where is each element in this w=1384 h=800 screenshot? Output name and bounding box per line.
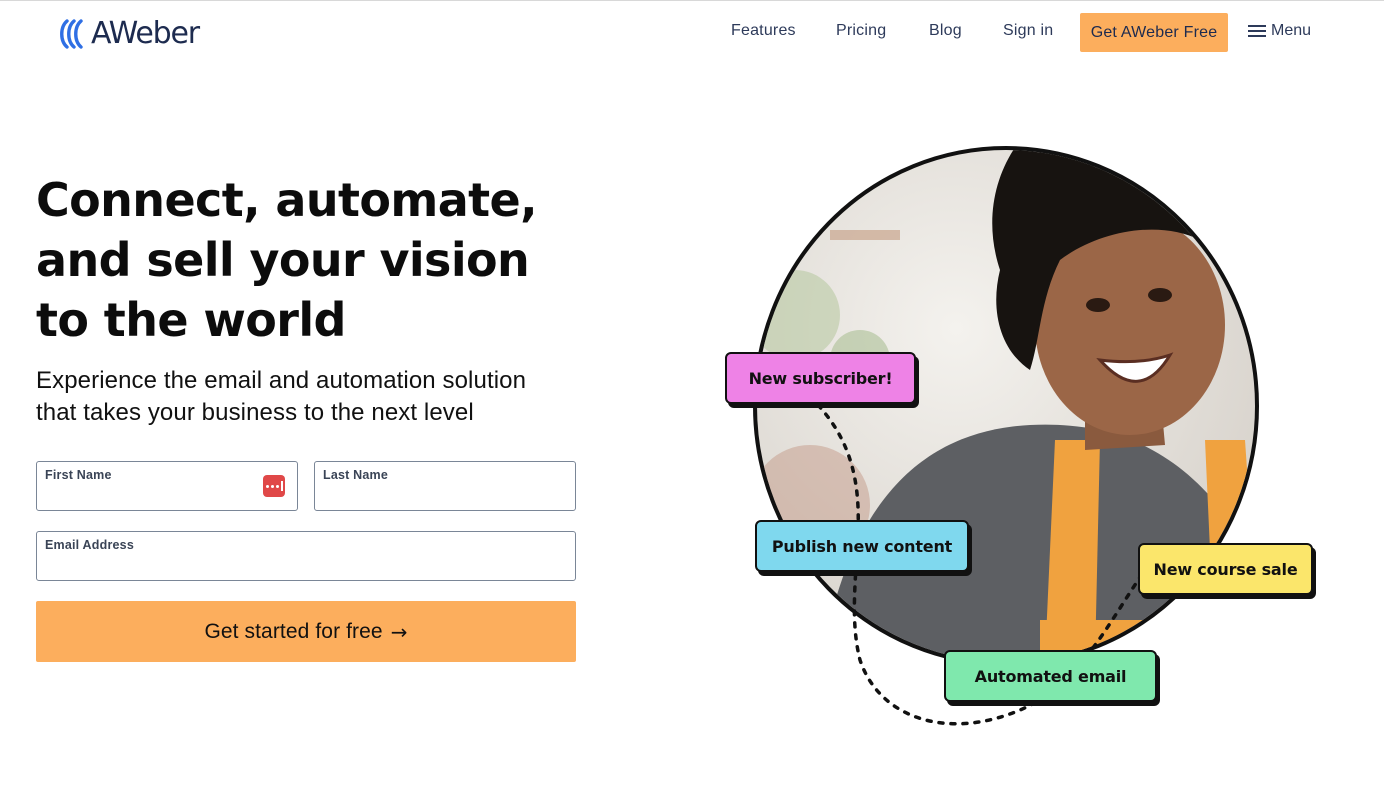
first-name-label: First Name — [45, 468, 112, 482]
hamburger-icon — [1248, 25, 1266, 37]
aweber-logo[interactable]: AWeber — [58, 16, 200, 52]
headline-line-3: to the world — [36, 293, 346, 347]
arrow-right-icon: → — [390, 619, 408, 644]
chip-automated-email: Automated email — [944, 650, 1157, 702]
aweber-waves-logo-icon — [60, 19, 83, 49]
nav-link-features[interactable]: Features — [731, 22, 796, 40]
hero-illustration: New subscriber! Publish new content New … — [700, 60, 1384, 760]
headline-line-1: Connect, automate, — [36, 173, 538, 227]
last-name-label: Last Name — [323, 468, 389, 482]
last-name-field[interactable]: Last Name — [314, 461, 576, 511]
first-name-field[interactable]: First Name — [36, 461, 298, 511]
logo-wordmark: AWeber — [91, 16, 200, 51]
chip-automated-email-label: Automated email — [974, 666, 1127, 686]
last-name-input[interactable] — [323, 486, 567, 504]
nav-link-sign-in[interactable]: Sign in — [1003, 22, 1053, 40]
menu-button[interactable]: Menu — [1248, 22, 1311, 40]
hero-headline: Connect, automate, and sell your vision … — [36, 170, 596, 350]
chip-new-course-sale-label: New course sale — [1153, 559, 1298, 579]
headline-line-2: and sell your vision — [36, 233, 530, 287]
get-aweber-free-button[interactable]: Get AWeber Free — [1080, 13, 1228, 52]
hero-subheading: Experience the email and automation solu… — [36, 365, 596, 429]
nav-link-blog[interactable]: Blog — [929, 22, 962, 40]
first-name-input[interactable] — [45, 486, 289, 504]
nav-link-pricing[interactable]: Pricing — [836, 22, 886, 40]
email-field[interactable]: Email Address — [36, 531, 576, 581]
email-input[interactable] — [45, 556, 567, 574]
chip-publish-new-content-label: Publish new content — [771, 536, 953, 556]
chip-new-subscriber: New subscriber! — [725, 352, 916, 404]
password-manager-icon[interactable] — [263, 475, 285, 497]
get-started-label: Get started for free — [204, 619, 383, 643]
chip-new-subscriber-label: New subscriber! — [748, 368, 893, 388]
top-border — [0, 0, 1384, 1]
subhead-line-2: that takes your business to the next lev… — [36, 399, 474, 426]
chip-publish-new-content: Publish new content — [755, 520, 969, 572]
subhead-line-1: Experience the email and automation solu… — [36, 367, 527, 394]
get-started-button[interactable]: Get started for free → — [36, 601, 576, 662]
email-label: Email Address — [45, 538, 134, 552]
chip-new-course-sale: New course sale — [1138, 543, 1313, 595]
menu-label: Menu — [1271, 22, 1312, 39]
